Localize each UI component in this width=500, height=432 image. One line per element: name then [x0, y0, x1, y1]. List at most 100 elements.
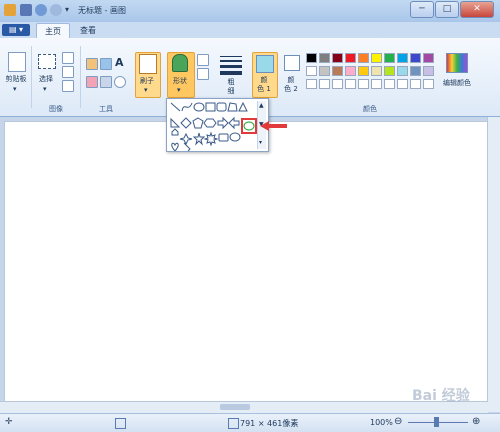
- palette-swatch[interactable]: [306, 66, 317, 76]
- clipboard-button-label[interactable]: 剪贴板: [2, 74, 30, 84]
- shapes-icon: [172, 54, 188, 72]
- quick-access-dropdown-icon[interactable]: ▾: [65, 5, 69, 14]
- brush-label[interactable]: 刷子: [135, 76, 159, 86]
- size-line-thickest: [220, 71, 242, 75]
- zoom-slider-thumb[interactable]: [434, 417, 439, 427]
- select-button-label[interactable]: 选择: [33, 74, 59, 84]
- palette-swatch[interactable]: [410, 66, 421, 76]
- maximize-button[interactable]: □: [435, 1, 459, 18]
- tab-home[interactable]: 主页: [36, 23, 70, 39]
- palette-swatch[interactable]: [410, 53, 421, 63]
- colors-group-label: 颜色: [363, 105, 377, 113]
- palette-swatch[interactable]: [371, 66, 382, 76]
- oval-shape-icon: [193, 102, 205, 112]
- brush-dropdown-icon[interactable]: ▾: [144, 86, 148, 94]
- fill-style-icon[interactable]: [197, 68, 209, 80]
- selection-size-icon: [115, 418, 126, 429]
- vertical-scrollbar[interactable]: [487, 117, 500, 412]
- select-icon[interactable]: [38, 54, 56, 69]
- select-dropdown-icon[interactable]: ▾: [43, 85, 47, 93]
- resize-icon[interactable]: [62, 66, 74, 78]
- color2-swatch[interactable]: [284, 55, 300, 71]
- palette-swatch[interactable]: [371, 53, 382, 63]
- palette-swatch[interactable]: [332, 53, 343, 63]
- palette-swatch[interactable]: [345, 66, 356, 76]
- palette-swatch[interactable]: [332, 66, 343, 76]
- palette-swatch[interactable]: [423, 53, 434, 63]
- palette-swatch[interactable]: [358, 66, 369, 76]
- palette-swatch[interactable]: [423, 66, 434, 76]
- color1-label: 颜 色 1: [257, 76, 271, 93]
- polygon-shape-icon: [227, 102, 238, 112]
- curve-shape-icon: [181, 102, 193, 112]
- cursor-position-icon: ✛: [5, 417, 13, 427]
- palette-swatch[interactable]: [410, 79, 421, 89]
- palette-swatch[interactable]: [319, 53, 330, 63]
- palette-row-custom: [306, 79, 434, 89]
- brush-icon: [139, 54, 157, 74]
- palette-swatch[interactable]: [319, 79, 330, 89]
- pentagon-shape-icon: [192, 117, 204, 129]
- group-separator: [80, 46, 81, 108]
- palette-swatch[interactable]: [423, 79, 434, 89]
- rounded-rectangle-shape-icon: [216, 102, 227, 112]
- hexagon-shape-icon: [203, 118, 217, 128]
- crop-icon[interactable]: [62, 52, 74, 64]
- close-button[interactable]: ✕: [460, 1, 494, 18]
- palette-swatch[interactable]: [371, 79, 382, 89]
- pencil-icon[interactable]: [86, 58, 98, 70]
- rectangle-shape-icon: [205, 102, 216, 112]
- shapes-dropdown-icon[interactable]: ▾: [177, 86, 181, 94]
- zoom-out-button[interactable]: ⊖: [394, 416, 402, 427]
- palette-swatch[interactable]: [397, 79, 408, 89]
- palette-swatch[interactable]: [358, 79, 369, 89]
- gallery-more-icon[interactable]: ▾: [259, 139, 262, 146]
- shapes-label[interactable]: 形状: [167, 76, 193, 86]
- file-menu-button[interactable]: ▤ ▾: [2, 24, 30, 36]
- text-tool-icon[interactable]: A: [115, 56, 124, 69]
- paint-app-icon: [4, 4, 16, 16]
- clipboard-icon[interactable]: [8, 52, 26, 72]
- lightning-shape-icon: [183, 142, 191, 151]
- edit-colors-label[interactable]: 编辑颜色: [438, 78, 476, 88]
- redo-icon[interactable]: [50, 4, 62, 16]
- palette-swatch[interactable]: [358, 53, 369, 63]
- four-point-star-shape-icon: [179, 132, 193, 146]
- drawing-canvas[interactable]: [4, 121, 494, 403]
- palette-swatch[interactable]: [306, 53, 317, 63]
- palette-swatch[interactable]: [384, 66, 395, 76]
- horizontal-scroll-thumb[interactable]: [220, 404, 250, 410]
- palette-swatch[interactable]: [397, 66, 408, 76]
- palette-swatch[interactable]: [345, 79, 356, 89]
- image-group-label: 图像: [49, 105, 63, 113]
- heart-shape-icon: [171, 142, 179, 151]
- palette-swatch[interactable]: [319, 66, 330, 76]
- palette-swatch[interactable]: [332, 79, 343, 89]
- oval-callout-shape-icon: [229, 132, 241, 142]
- group-separator: [31, 46, 32, 108]
- minimize-button[interactable]: ─: [410, 1, 434, 18]
- palette-swatch[interactable]: [345, 53, 356, 63]
- edit-colors-icon[interactable]: [446, 53, 468, 73]
- rotate-icon[interactable]: [62, 80, 74, 92]
- color2-label[interactable]: 颜 色 2: [279, 76, 303, 94]
- clipboard-dropdown-icon[interactable]: ▾: [13, 85, 17, 93]
- cloud-callout-shape-highlight[interactable]: [241, 118, 257, 134]
- save-icon[interactable]: [20, 4, 32, 16]
- magnifier-icon[interactable]: [114, 76, 126, 88]
- outline-icon[interactable]: [197, 54, 209, 66]
- left-arrow-shape-icon: [228, 116, 240, 130]
- size-label[interactable]: 粗 细: [220, 78, 242, 96]
- zoom-in-button[interactable]: ⊕: [472, 416, 480, 427]
- gallery-up-icon[interactable]: ▲: [259, 102, 264, 109]
- color-picker-icon[interactable]: [100, 76, 112, 88]
- palette-swatch[interactable]: [384, 53, 395, 63]
- tab-view[interactable]: 查看: [72, 23, 104, 38]
- undo-icon[interactable]: [35, 4, 47, 16]
- palette-swatch[interactable]: [397, 53, 408, 63]
- diamond-shape-icon: [180, 117, 192, 129]
- palette-swatch[interactable]: [306, 79, 317, 89]
- palette-swatch[interactable]: [384, 79, 395, 89]
- fill-icon[interactable]: [100, 58, 112, 70]
- eraser-icon[interactable]: [86, 76, 98, 88]
